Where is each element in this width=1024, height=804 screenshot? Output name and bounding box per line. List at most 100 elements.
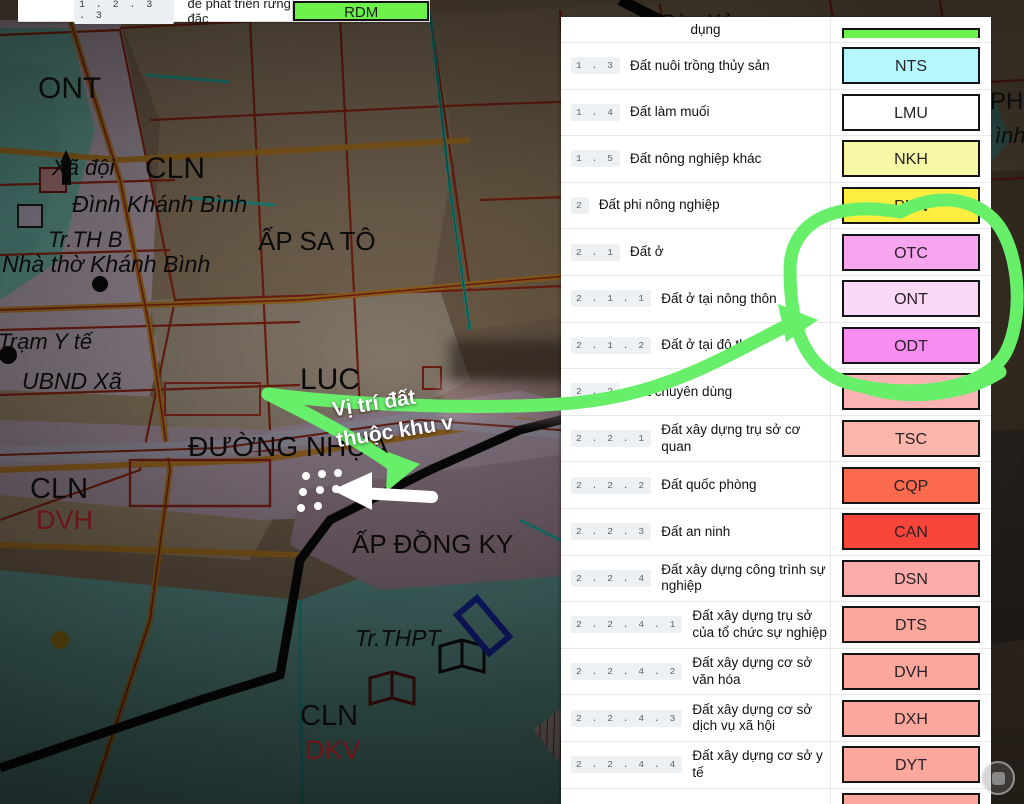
legend-badge-cdg[interactable]: CDG [842,373,980,411]
legend-row-code: 2 . 2 . 2 [571,476,652,494]
legend-row-code: 2 . 1 [571,243,621,261]
legend-row-badge-cell: DXH [831,695,991,741]
legend-row[interactable]: 2 . 1 . 1 Đất ở tại nông thôn ONT [561,275,991,323]
legend-row-code: 1 . 4 [571,103,621,121]
legend-row[interactable]: 2 . 1 Đất ở OTC [561,229,991,276]
legend-row-description: 2 . 1 . 1 Đất ở tại nông thôn [561,275,831,322]
legend-row-description: 1 . 3 Đất nuôi trồng thủy sản [561,43,831,89]
legend-badge-dxh[interactable]: DXH [842,699,980,737]
legend-row[interactable]: 2 . 1 . 2 Đất ở tại đô thị ODT [561,322,991,370]
legend-badge-partial[interactable] [842,28,980,38]
land-use-legend-panel[interactable]: dụng 1 . 3 Đất nuôi trồng thủy sản NTS 1 . 4… [561,17,991,804]
legend-badge-otc[interactable]: OTC [842,233,980,271]
legend-badge-ont[interactable]: ONT [842,280,980,318]
legend-row-description: 2 . 2 . 4 . 2 Đất xây dựng cơ sở văn hóa [561,648,831,695]
legend-row-description: 2 . 2 . 1 Đất xây dựng trụ sở cơ quan [561,415,831,462]
legend-row-badge-cell: CQP [831,462,991,508]
legend-row-code: 2 . 2 . 4 . 3 [571,709,683,727]
legend-badge-pnn[interactable]: PNN [842,187,980,225]
legend-badge-odt[interactable]: ODT [842,326,980,364]
legend-badge-tsc[interactable]: TSC [842,420,980,458]
legend-row-label: Đất xây dựng cơ sở y tế [692,748,823,780]
legend-row-label: Đất nuôi trồng thủy sản [630,57,770,73]
legend-row-description: 2 Đất phi nông nghiệp [561,182,831,229]
legend-row[interactable]: 2 . 2 . 4 . 4 Đất xây dựng cơ sở y tế DYT [561,741,991,789]
record-button[interactable] [981,761,1015,795]
legend-row-badge-cell: TSC [831,416,991,462]
column-divider-end [429,0,430,21]
legend-row-badge-cell: DTS [831,602,991,648]
legend-code: 1 . 2 . 3 . 3 [74,0,174,24]
legend-row-label: Đất nông nghiệp khác [630,150,762,166]
legend-row-code: 2 . 1 . 2 [571,336,652,354]
legend-row-code: 2 . 2 . 4 . 2 [571,663,683,681]
legend-row-badge-cell: CAN [831,509,991,555]
legend-row-description: 2 . 2 . 4 . 4 Đất xây dựng cơ sở y tế [561,741,831,788]
legend-badge-lmu[interactable]: LMU [842,93,980,131]
legend-row-badge-cell: DYT [831,742,991,788]
legend-row-badge-cell: ONT [831,276,991,322]
legend-badge-dsn[interactable]: DSN [842,559,980,597]
legend-row[interactable]: 2 . 2 . 4 Đất xây dựng công trình sự nghi… [561,555,991,603]
legend-row[interactable]: dụng [561,17,991,43]
legend-row[interactable]: 1 . 5 Đất nông nghiệp khác NKH [561,136,991,183]
legend-row-code: 2 . 2 . 4 . 4 [571,756,683,774]
legend-row[interactable]: 2 . 2 Đất chuyên dùng CDG [561,369,991,416]
legend-row-label: Đất làm muối [630,104,710,120]
legend-row[interactable]: 2 Đất phi nông nghiệp PNN [561,182,991,230]
legend-row-description: 1 . 5 Đất nông nghiệp khác [561,136,831,182]
legend-row-label: Đất quốc phòng [661,476,757,492]
legend-badge-rdm[interactable]: RDM [293,0,430,21]
legend-row-label: Đất xây dựng trụ sở cơ quan [661,422,801,454]
legend-row-code: 2 . 2 . 3 [571,523,652,541]
record-icon [991,771,1005,785]
legend-row[interactable]: 2 . 2 . 4 . 3 Đất xây dựng cơ sở dịch vụ … [561,695,991,742]
legend-badge-cqp[interactable]: CQP [842,466,980,504]
legend-row-badge-cell: LMU [831,90,991,136]
legend-row-code: 2 . 1 . 1 [571,290,652,308]
legend-row-label: dụng [690,21,721,37]
legend-row-badge-cell: ODT [831,323,991,369]
legend-row[interactable]: 1 . 3 Đất nuôi trồng thủy sản NTS [561,43,991,90]
legend-row-label: Đất xây dựng cơ sở dịch vụ xã hội [692,701,813,734]
legend-row-badge-cell: PNN [831,183,991,229]
legend-row-code: 2 . 2 . 4 . 1 [571,616,683,634]
legend-row[interactable]: 2 . 2 . 4 . 2 Đất xây dựng cơ sở văn hóa D… [561,648,991,696]
legend-row[interactable]: 2 . 2 . 4 . 1 Đất xây dựng trụ sở của tổ … [561,602,991,649]
legend-badge-can[interactable]: CAN [842,513,980,551]
legend-row-code: 2 . 2 [571,383,621,401]
legend-row-description: 2 . 2 . 2 Đất quốc phòng [561,462,831,508]
legend-badge-dvh[interactable]: DVH [842,653,980,691]
legend-row-badge-cell: OTC [831,229,991,275]
legend-badge-partial[interactable] [842,792,980,804]
legend-row-badge-cell: CDG [831,369,991,415]
legend-row-label: Đất xây dựng cơ sở văn hóa [692,655,813,687]
legend-row-description: 2 . 2 Đất chuyên dùng [561,369,831,415]
legend-row[interactable]: Đất xây dựng cơ sở giáo [561,788,991,804]
legend-row-label: Đất xây dựng trụ sở của tổ chức sự nghiệ… [692,608,827,640]
legend-row-code: 2 [571,197,589,215]
legend-row-label: Đất phi nông nghiệp [598,197,720,213]
legend-row-badge-cell [831,24,991,42]
legend-badge-cell: RDM [293,0,430,21]
legend-row-description: 2 . 1 Đất ở [561,229,831,275]
legend-row-code: 2 . 2 . 1 [571,430,652,448]
legend-badge-nts[interactable]: NTS [842,47,980,85]
legend-row-badge-cell [831,789,991,804]
legend-row-description: dụng [561,17,831,42]
legend-badge-nkh[interactable]: NKH [842,140,980,178]
legend-row-badge-cell: NKH [831,136,991,182]
legend-row[interactable]: 1 . 4 Đất làm muối LMU [561,89,991,137]
legend-row[interactable]: 2 . 2 . 2 Đất quốc phòng CQP [561,462,991,509]
legend-row[interactable]: 2 . 2 . 1 Đất xây dựng trụ sở cơ quan TSC [561,415,991,463]
legend-row-description: 2 . 2 . 4 . 1 Đất xây dựng trụ sở của tổ … [561,602,831,648]
legend-row-label: Đất xây dựng công trình sự nghiệp [661,561,826,594]
legend-badge-dts[interactable]: DTS [842,606,980,644]
legend-row[interactable]: 2 . 2 . 3 Đất an ninh CAN [561,508,991,556]
legend-row-code: 1 . 3 [571,57,621,75]
legend-row-badge-cell: NTS [831,43,991,89]
legend-row-label: Đất ở tại đô thị [661,337,750,353]
floating-legend-row[interactable]: 1 . 2 . 3 . 3 để phát triển rừng đặc RDM [18,0,430,26]
legend-row-code: 2 . 2 . 4 [571,569,652,587]
legend-badge-dyt[interactable]: DYT [842,746,980,784]
